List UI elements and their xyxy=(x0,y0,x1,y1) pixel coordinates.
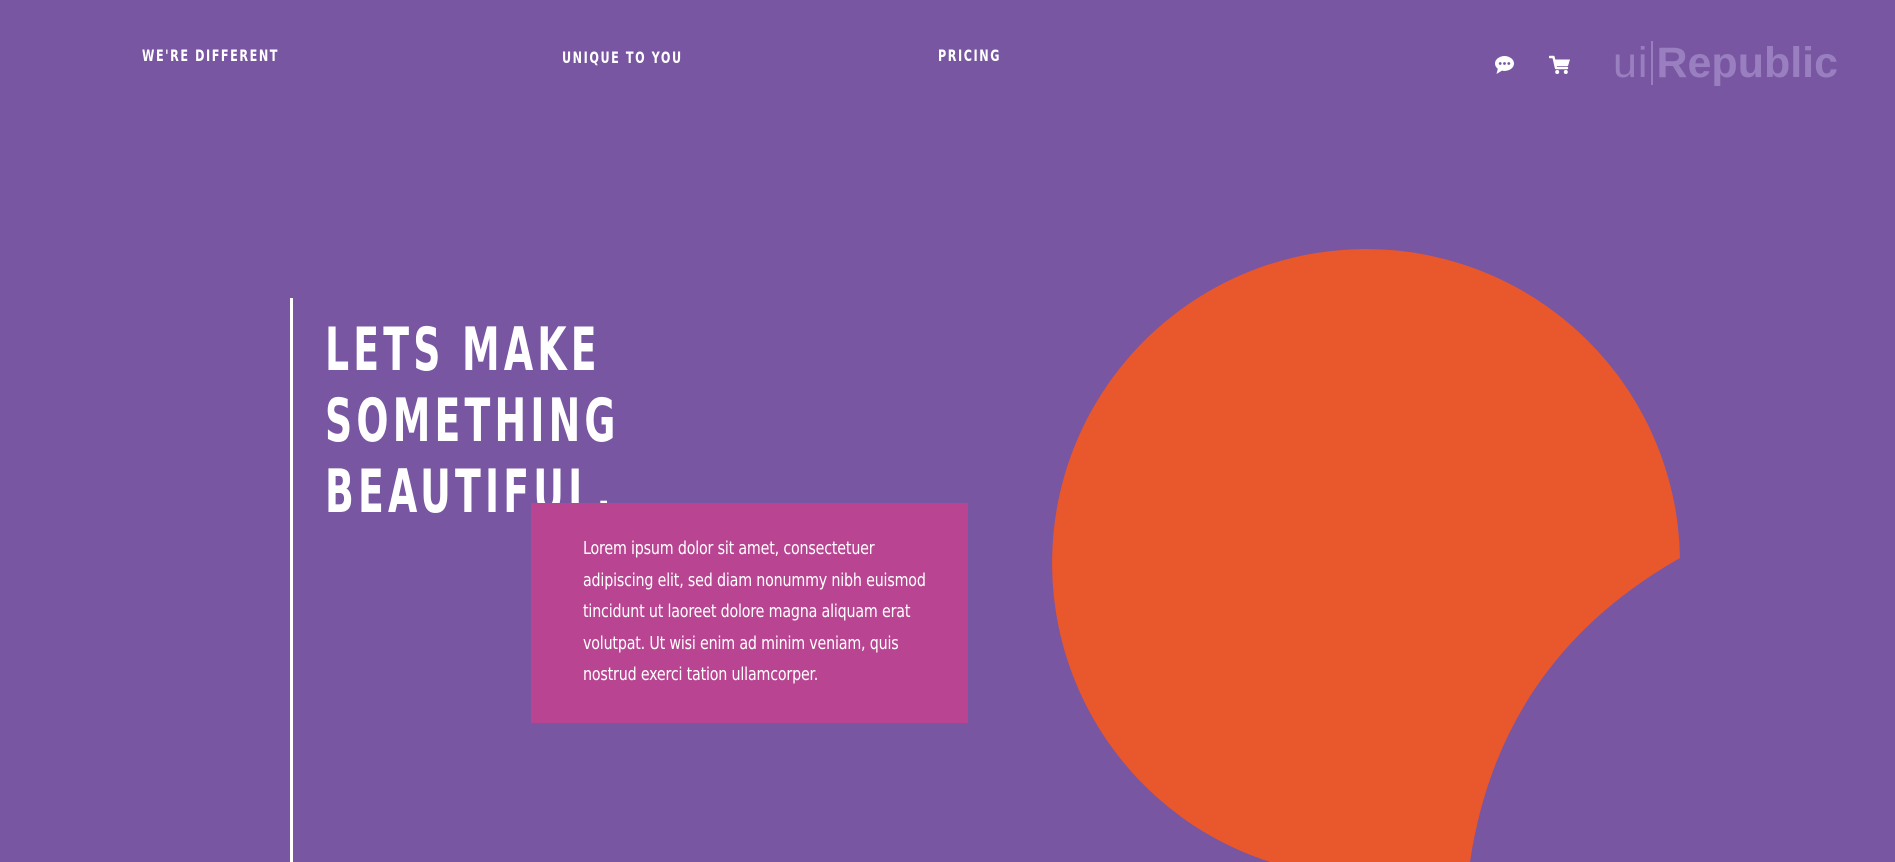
landing-page: WE'RE DIFFERENT UNIQUE TO YOU PRICING ui… xyxy=(0,0,1895,862)
chat-button[interactable] xyxy=(1494,55,1516,75)
nav-link-were-different[interactable]: WE'RE DIFFERENT xyxy=(142,46,279,65)
hero-headline-line-2: SOMETHING xyxy=(325,386,620,456)
hero-body-text: Lorem ipsum dolor sit amet, consectetuer… xyxy=(583,538,926,685)
hero-headline: LETS MAKE SOMETHING BEAUTIFUL. xyxy=(325,315,620,528)
cart-button[interactable] xyxy=(1548,55,1571,75)
logo-divider xyxy=(1651,41,1654,85)
decorative-circle-shape xyxy=(1052,249,1680,862)
nav-link-unique-to-you[interactable]: UNIQUE TO YOU xyxy=(562,48,683,67)
logo-prefix: ui xyxy=(1613,39,1649,87)
chat-bubble-icon xyxy=(1495,56,1514,74)
shopping-cart-icon xyxy=(1548,55,1570,74)
nav-link-pricing[interactable]: PRICING xyxy=(938,46,1001,65)
hero-text-box: Lorem ipsum dolor sit amet, consectetuer… xyxy=(531,503,968,723)
ui-republic-logo[interactable]: ui Republic xyxy=(1613,38,1838,88)
hero-headline-line-1: LETS MAKE xyxy=(325,315,601,385)
logo-brand: Republic xyxy=(1656,39,1839,87)
hero-vertical-rule xyxy=(290,298,293,862)
